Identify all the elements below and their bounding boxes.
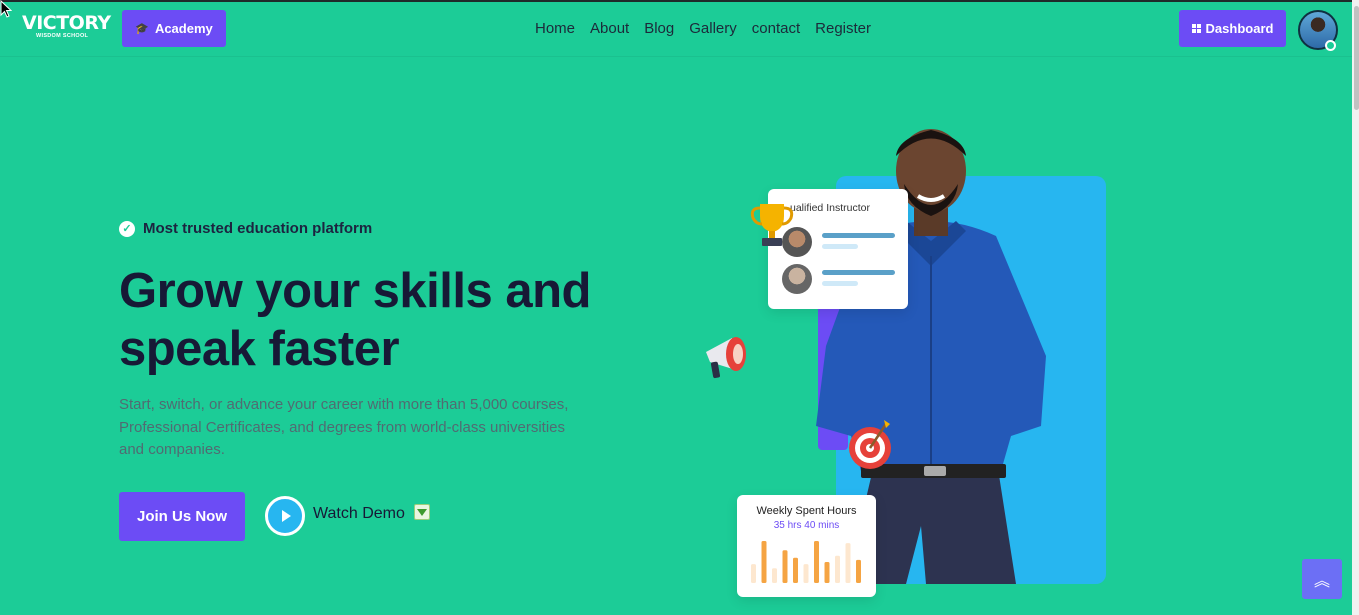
headline-line-1: Grow your skills and: [119, 264, 591, 318]
weekly-bar: [751, 564, 756, 583]
academy-button-label: Academy: [154, 21, 213, 36]
weekly-hours-card: Weekly Spent Hours 35 hrs 40 mins: [737, 495, 876, 597]
back-to-top-button[interactable]: ︽: [1302, 559, 1342, 599]
dashboard-button[interactable]: Dashboard: [1179, 10, 1286, 47]
logo-subtext: WISDOM SCHOOL: [36, 33, 89, 39]
megaphone-icon: [706, 337, 746, 379]
weekly-bar: [803, 564, 809, 583]
weekly-bar: [761, 541, 767, 583]
join-us-button[interactable]: Join Us Now: [119, 492, 245, 541]
weekly-hours-title: Weekly Spent Hours: [756, 505, 857, 517]
placeholder-line: [822, 281, 858, 286]
instructor-row: [782, 264, 902, 294]
weekly-hours-value: 35 hrs 40 mins: [773, 520, 840, 531]
online-status-dot: [1325, 40, 1336, 51]
trust-badge: ✓ Most trusted education platform: [119, 220, 372, 237]
play-icon: [282, 510, 291, 522]
nav-item-gallery[interactable]: Gallery: [689, 20, 737, 37]
watch-demo-link[interactable]: Watch Demo: [313, 505, 405, 523]
grid-icon: [1191, 24, 1201, 33]
site-header: VICTORY WISDOM SCHOOL 🎓 Academy Home Abo…: [0, 2, 1359, 56]
weekly-bar: [835, 555, 840, 583]
hero-headline: Grow your skills and speak faster: [119, 262, 639, 378]
nav-item-home[interactable]: Home: [535, 20, 575, 37]
instructor-card-title: ualified Instructor: [790, 202, 870, 214]
instructor-row: [782, 227, 902, 257]
weekly-bar: [782, 550, 788, 583]
weekly-hours-bars: [751, 541, 861, 583]
weekly-bar: [856, 559, 861, 583]
weekly-bar: [845, 543, 851, 583]
target-icon: [849, 420, 891, 469]
placeholder-line: [822, 270, 895, 275]
weekly-bar: [824, 562, 830, 583]
mouse-cursor-icon: [0, 0, 12, 18]
dashboard-button-label: Dashboard: [1205, 21, 1274, 36]
placeholder-line: [822, 233, 895, 238]
weekly-bar: [793, 557, 798, 583]
trophy-icon: [750, 204, 794, 246]
headline-line-2: speak faster: [119, 322, 400, 376]
trust-badge-text: Most trusted education platform: [143, 220, 373, 237]
main-nav: Home About Blog Gallery contact Register: [535, 20, 886, 37]
nav-item-about[interactable]: About: [590, 20, 629, 37]
nav-item-register[interactable]: Register: [815, 20, 871, 37]
graduation-cap-icon: 🎓: [135, 23, 149, 35]
site-logo[interactable]: VICTORY WISDOM SCHOOL: [22, 12, 111, 44]
nav-item-contact[interactable]: contact: [752, 20, 800, 37]
placeholder-line: [822, 244, 858, 249]
scrollbar-thumb[interactable]: [1354, 6, 1359, 110]
double-chevron-up-icon: ︽: [1313, 573, 1330, 590]
logo-text: VICTORY: [22, 12, 111, 34]
weekly-bar: [814, 541, 819, 583]
check-circle-icon: ✓: [119, 220, 135, 237]
academy-button[interactable]: 🎓 Academy: [122, 10, 226, 47]
instructor-avatar: [782, 264, 812, 294]
nav-item-blog[interactable]: Blog: [644, 20, 674, 37]
play-button[interactable]: [265, 496, 305, 536]
weekly-bar: [772, 568, 777, 583]
hero-description: Start, switch, or advance your career wi…: [119, 396, 569, 458]
download-icon: [414, 504, 430, 520]
